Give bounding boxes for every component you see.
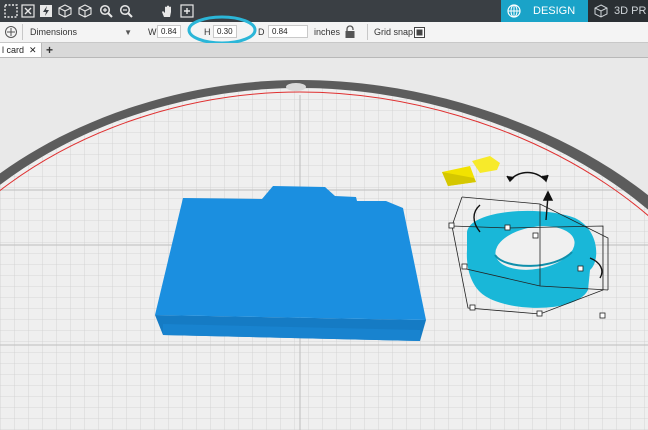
zoom-out-icon[interactable] xyxy=(117,2,135,20)
document-tab-bar: l card ✕ + xyxy=(0,43,648,58)
document-tab[interactable]: l card ✕ xyxy=(0,43,42,57)
platform-notch xyxy=(286,83,306,91)
depth-field[interactable]: 0.84 xyxy=(268,25,308,38)
divider xyxy=(367,24,368,40)
grid-icon[interactable] xyxy=(2,2,20,20)
h-label: H xyxy=(204,27,211,37)
close-icon[interactable] xyxy=(19,2,37,20)
grid-snap-label: Grid snap xyxy=(374,27,414,37)
document-tab-label: l card xyxy=(2,45,25,55)
cube-outline-icon[interactable] xyxy=(76,2,94,20)
close-icon[interactable]: ✕ xyxy=(29,45,37,56)
tab-3d-print[interactable]: 3D PR xyxy=(588,0,648,22)
divider xyxy=(22,24,23,40)
dimensions-dropdown[interactable]: Dimensions ▼ xyxy=(30,22,134,42)
hand-pan-icon[interactable] xyxy=(158,2,176,20)
options-bar: Dimensions ▼ W 0.84 H 0.30 D 0.84 inches… xyxy=(0,22,648,43)
blue-card-object[interactable] xyxy=(155,186,426,341)
workspace-viewport[interactable] xyxy=(0,58,648,430)
add-icon[interactable] xyxy=(178,2,196,20)
tab-3d-print-label: 3D PR xyxy=(614,5,647,17)
w-label: W xyxy=(148,27,157,37)
target-icon[interactable] xyxy=(4,22,18,42)
grid-snap-checkbox[interactable] xyxy=(414,22,425,42)
tab-design[interactable]: DESIGN xyxy=(501,0,588,22)
dimensions-dropdown-value: Dimensions xyxy=(30,27,78,37)
width-field[interactable]: 0.84 xyxy=(157,25,181,38)
units-label: inches xyxy=(314,27,341,37)
tab-design-label: DESIGN xyxy=(533,5,576,17)
zoom-in-icon[interactable] xyxy=(97,2,115,20)
add-tab-button[interactable]: + xyxy=(46,43,53,57)
chevron-down-icon: ▼ xyxy=(124,27,132,37)
d-label: D xyxy=(258,27,265,37)
globe-icon xyxy=(507,4,521,18)
ring-object[interactable] xyxy=(466,210,597,308)
cube-icon[interactable] xyxy=(56,2,74,20)
top-toolbar: DESIGN 3D PR xyxy=(0,0,648,22)
printer-icon xyxy=(594,4,608,18)
height-field[interactable]: 0.30 xyxy=(213,25,237,38)
lock-icon[interactable] xyxy=(344,22,356,42)
bolt-icon[interactable] xyxy=(37,2,55,20)
